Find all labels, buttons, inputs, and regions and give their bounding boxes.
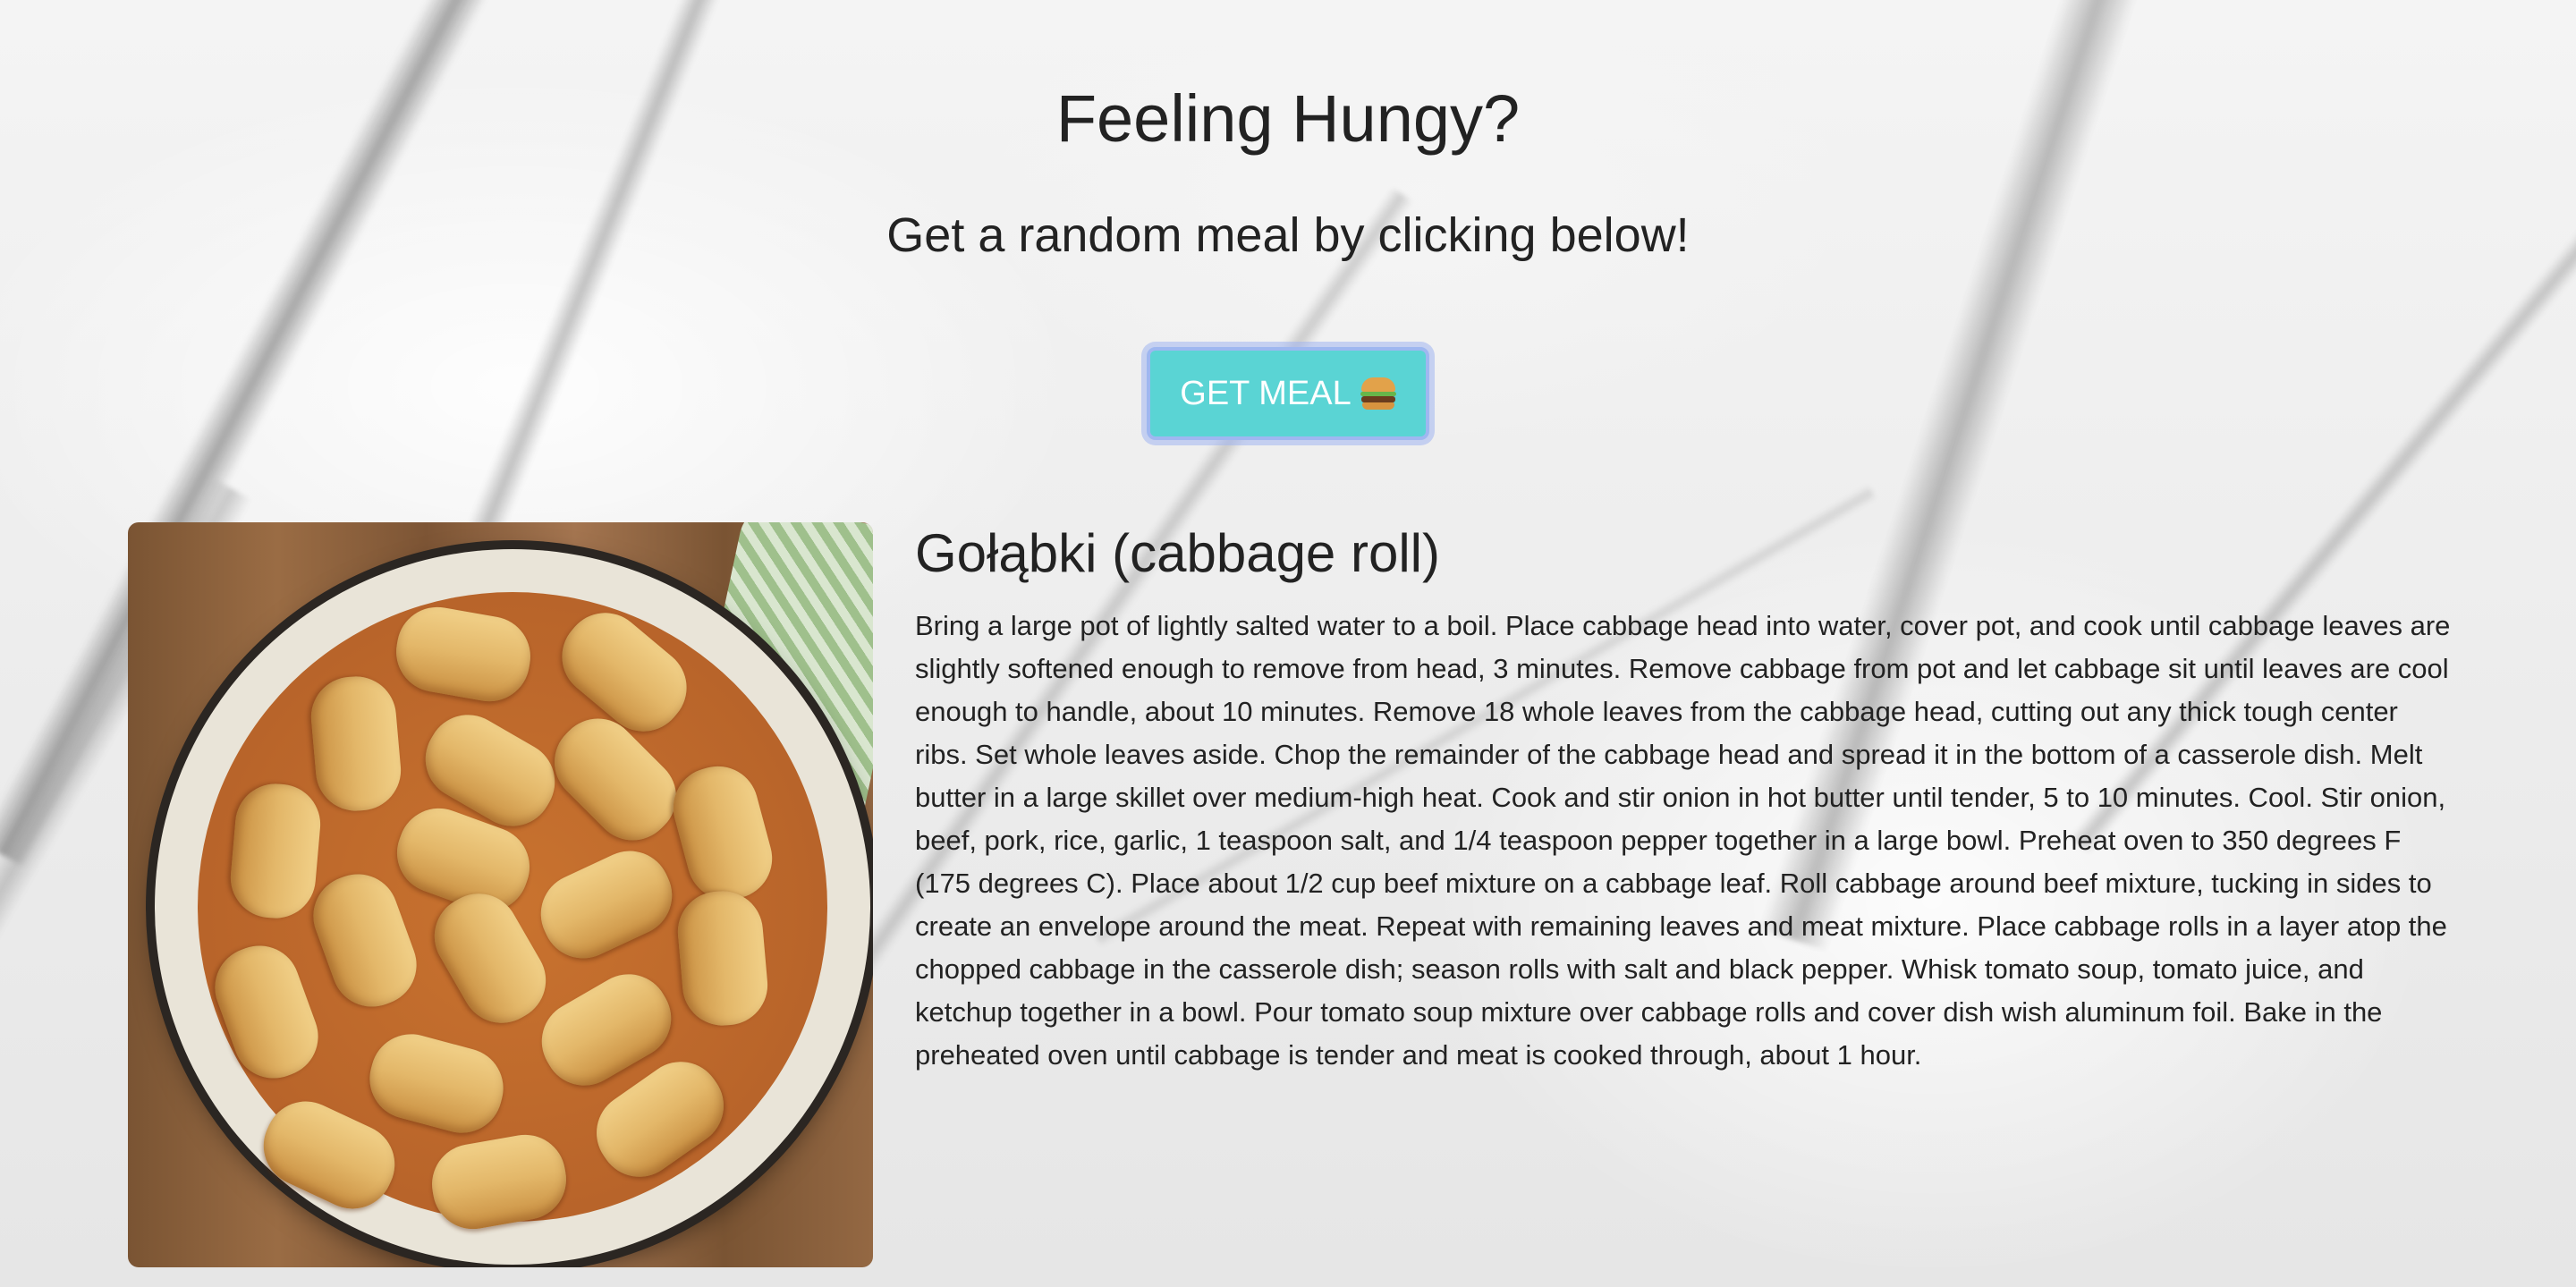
get-meal-button[interactable]: GET MEAL bbox=[1147, 347, 1429, 440]
page-content: Feeling Hungy? Get a random meal by clic… bbox=[0, 0, 2576, 1287]
get-meal-button-label: GET MEAL bbox=[1180, 374, 1352, 412]
cabbage-roll bbox=[308, 673, 404, 815]
hamburger-icon bbox=[1360, 376, 1396, 411]
meal-title: Gołąbki (cabbage roll) bbox=[915, 523, 1440, 583]
meal-instructions: Bring a large pot of lightly salted wate… bbox=[915, 610, 2451, 1071]
page-title: Feeling Hungy? bbox=[1055, 81, 1521, 156]
meal-image bbox=[128, 522, 873, 1267]
page-subtitle: Get a random meal by clicking below! bbox=[886, 208, 1690, 262]
cabbage-roll bbox=[674, 887, 771, 1029]
